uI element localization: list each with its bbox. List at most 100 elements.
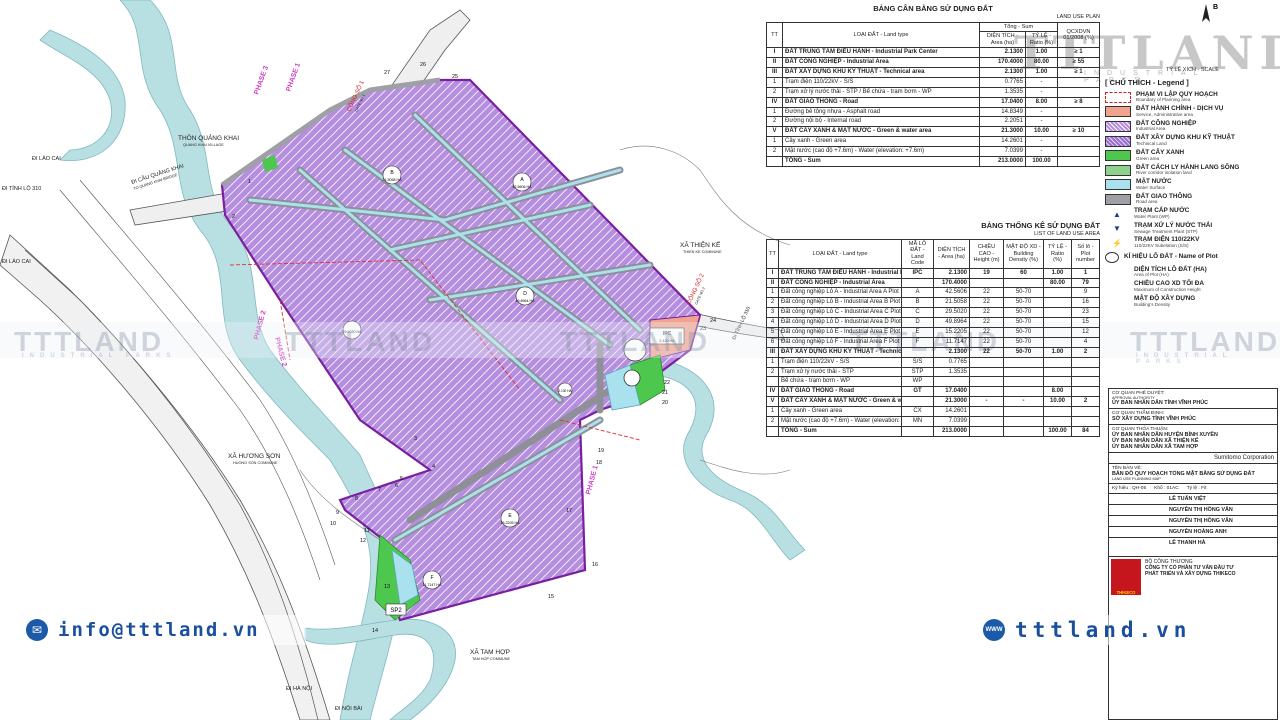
boundary-point-6: 6 xyxy=(395,483,398,489)
legend-title: [ CHÚ THÍCH - Legend ] xyxy=(1105,78,1189,87)
ls-cell-name: Trạm xử lý nước thải - STP xyxy=(778,366,902,378)
ls-cell-code: F xyxy=(901,336,934,348)
ls-cell-name: Bể chứa - trạm bơm - WP xyxy=(778,376,902,388)
watermark-mid-left: TTTLAND xyxy=(285,326,436,357)
ls-cell-plots: 16 xyxy=(1071,297,1100,309)
village-label-en: QUANG KHAI VILLAGE xyxy=(183,143,224,147)
ls-cell-density: 50-70 xyxy=(1003,297,1044,309)
ls-cell-name: ĐẤT CÂY XANH & MẶT NƯỚC - Green & water … xyxy=(778,396,902,408)
ls-cell-tt xyxy=(766,425,779,437)
ls-cell-plots: 2 xyxy=(1071,346,1100,358)
website-text[interactable]: tttland.vn xyxy=(1015,618,1191,642)
ls-cell-plots: 1 xyxy=(1071,267,1100,279)
lb-cell-tt: V xyxy=(766,126,783,138)
table-row: VĐẤT CÂY XANH & MẶT NƯỚC - Green & water… xyxy=(766,396,1100,408)
lb-cell-tt: 1 xyxy=(766,136,783,148)
ls-cell-ratio xyxy=(1043,326,1072,338)
tb-drawing-title-en: LAND USE PLANNING MAP xyxy=(1112,477,1161,481)
river-swatch-icon xyxy=(1105,164,1131,176)
to-ha-noi-label: ĐI HÀ NỘI xyxy=(286,685,312,692)
ls-cell-height: 22 xyxy=(969,346,1004,358)
table-row: IĐẤT TRUNG TÂM ĐIỀU HÀNH - Industrial Pa… xyxy=(766,47,1100,59)
ls-cell-name: Cây xanh - Green area xyxy=(778,406,902,417)
ss-swatch-icon: ⚡ xyxy=(1105,238,1129,248)
lb-col-total: Tổng - Sum xyxy=(978,21,1059,33)
legend-label-en: Water Plant (WP) xyxy=(1134,214,1170,219)
website-contact[interactable]: WWW tttland.vn xyxy=(983,615,1198,645)
land-balance-subtitle: LAND USE PLAN xyxy=(1056,13,1100,20)
table-row: 1 Đất công nghiệp Lô A - Industrial Area … xyxy=(766,287,1100,299)
tb-meta: Ký hiệu : QH-05 Khổ : 01AC Tỷ lệ : Fit xyxy=(1109,484,1277,494)
tam-hop-label: XÃ TAM HỢP xyxy=(470,647,510,656)
ls-cell-tt: 1 xyxy=(766,356,779,368)
tb-appraisal-org: SỞ XÂY DỰNG TỈNH VĨNH PHÚC xyxy=(1112,416,1196,422)
boundary-point-22: 22 xyxy=(664,380,670,386)
legend-label-en: Building's Density xyxy=(1134,301,1171,307)
table-row: 4 Đất công nghiệp Lô D - Industrial Area … xyxy=(766,317,1100,328)
ls-cell-tt: 3 xyxy=(766,307,779,319)
ls-cell-ratio xyxy=(1043,317,1072,328)
ls-cell-plots: 15 xyxy=(1071,317,1100,328)
boundary-point-20: 20 xyxy=(662,400,668,406)
lb-col-tt: TT xyxy=(766,21,783,49)
boundary-point-2: 2 xyxy=(232,214,235,220)
boundary-point-17: 17 xyxy=(566,508,572,514)
legend-item-boundary: PHẠM VI LẬP QUY HOẠCH Boundary of Plannin… xyxy=(1105,90,1275,105)
ls-cell-plots: 23 xyxy=(1071,307,1100,319)
lb-cell-ratio: 8.00 xyxy=(1024,96,1059,108)
ls-cell-ratio xyxy=(1043,406,1072,417)
table-row: II ĐẤT CÔNG NGHIỆP - Industrial Area 170.4… xyxy=(766,57,1100,68)
ls-cell-name: ĐẤT GIAO THÔNG - Road xyxy=(778,386,902,398)
thikeco-logo-icon: THIKECO xyxy=(1111,559,1141,595)
watermark-left-sub: INDUSTRIAL PARKS xyxy=(22,353,177,359)
stp-swatch-icon: ▼ xyxy=(1105,224,1129,234)
tb-approval-org: ỦY BAN NHÂN DÂN TỈNH VĨNH PHÚC xyxy=(1112,400,1209,406)
table-row: 2 Trạm xử lý nước thải - STP / Bể chứa - … xyxy=(766,86,1100,98)
ls-cell-plots xyxy=(1071,366,1100,378)
ls-cell-area: 170.4000 xyxy=(933,277,970,289)
table-row: VĐẤT CÂY XANH & MẶT NƯỚC - Green & water… xyxy=(766,126,1100,138)
ls-cell-height: 22 xyxy=(969,307,1004,319)
boundary-point-7: 7 xyxy=(378,487,381,493)
tb-company: THIKECO BỘ CÔNG THƯƠNG CÔNG TY CỔ PHẦN T… xyxy=(1109,557,1277,597)
email-text[interactable]: info@tttland.vn xyxy=(58,619,260,641)
ls-cell-code: MN xyxy=(901,415,934,427)
ls-cell-area: 213.0000 xyxy=(933,425,970,437)
lb-cell-tt xyxy=(766,156,783,167)
lb-cell-tt: II xyxy=(766,57,783,68)
tb-agreement-org-3: ỦY BAN NHÂN DÂN XÃ TAM HỢP xyxy=(1112,444,1199,450)
ls-cell-ratio: 1.00 xyxy=(1043,346,1072,358)
ls-cell-density: 50-70 xyxy=(1003,326,1044,338)
lb-cell-name: ĐẤT XÂY DỰNG KHU KỸ THUẬT - Technical ar… xyxy=(782,66,980,78)
ls-cell-height: 22 xyxy=(969,287,1004,299)
tb-company-2: PHÁT TRIỂN VÀ XÂY DỰNG THIKECO xyxy=(1145,571,1236,577)
ls-cell-area: 2.1300 xyxy=(933,346,970,358)
thien-ke-label: XÃ THIỆN KẾ xyxy=(680,239,721,249)
boundary-point-5: 5 xyxy=(400,476,403,482)
plot-b-area: 21.5058 HA xyxy=(383,178,403,182)
legend-item-river: ĐẤT CÁCH LY HÀNH LANG SÔNG River corridor… xyxy=(1105,163,1275,178)
ls-cell-name: Mặt nước (cao độ +7.6m) - Water (elevati… xyxy=(778,415,902,427)
service-swatch-icon xyxy=(1105,106,1131,118)
ls-col-ratio: TỶ LỆ - Ratio (%) xyxy=(1043,238,1072,269)
ls-cell-density: 50-70 xyxy=(1003,307,1044,319)
boundary-point-4: 4 xyxy=(432,464,435,470)
ls-cell-height: 22 xyxy=(969,297,1004,309)
ls-cell-plots: 9 xyxy=(1071,287,1100,299)
tb-designer-1: LÊ TUẤN VIỆT xyxy=(1109,494,1277,505)
tb-director-name: LÊ THANH HÀ xyxy=(1169,540,1206,546)
legend-item-technical: ĐẤT XÂY DỰNG KHU KỸ THUẬT Technical Land xyxy=(1105,134,1275,149)
lb-cell-area: 2.1300 xyxy=(978,66,1026,78)
village-label: THÔN QUẢNG KHAI xyxy=(178,133,239,142)
ls-cell-code xyxy=(901,277,934,289)
lb-cell-name: ĐẤT CÔNG NGHIỆP - Industrial Area xyxy=(782,57,980,68)
table-row: Bể chứa - trạm bơm - WP WP xyxy=(766,376,1100,388)
email-contact[interactable]: ✉ info@tttland.vn xyxy=(26,615,306,645)
boundary-point-19: 19 xyxy=(598,448,604,454)
land-balance-table: TT LOẠI ĐẤT - Land type Tổng - Sum QCXDV… xyxy=(766,21,1100,167)
ls-cell-ratio: 80.00 xyxy=(1043,277,1072,289)
ls-cell-code: S/S xyxy=(901,356,934,368)
lb-cell-ratio: 100.00 xyxy=(1024,156,1059,167)
ls-cell-code: WP xyxy=(901,376,934,388)
ls-cell-density xyxy=(1003,356,1044,368)
